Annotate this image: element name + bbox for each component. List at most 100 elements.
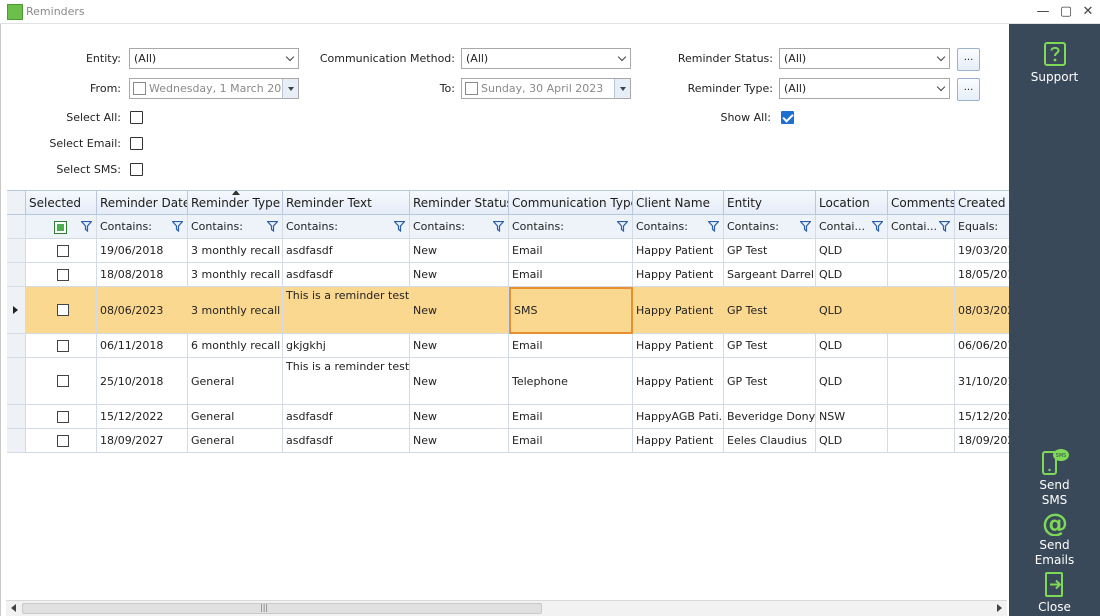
column-header-comments[interactable]: Comments xyxy=(888,191,955,215)
column-header-selected[interactable]: Selected xyxy=(26,191,97,215)
filter-funnel-icon[interactable] xyxy=(172,221,183,232)
select-all-grid-checkbox[interactable] xyxy=(54,221,67,234)
filter-cell-reminder-type[interactable]: Contains: xyxy=(188,215,283,239)
table-row[interactable]: 18/08/2018 3 monthly recall asdfasdf New… xyxy=(7,263,1010,287)
table-row[interactable]: 18/09/2027 General asdfasdf New Email Ha… xyxy=(7,429,1010,453)
table-row-selected[interactable]: 08/06/2023 3 monthly recall This is a re… xyxy=(7,287,1010,334)
filter-cell-created-date[interactable]: Equals: xyxy=(955,215,1010,239)
row-select-checkbox[interactable] xyxy=(57,339,69,352)
minimize-button[interactable]: — xyxy=(1033,3,1053,21)
scroll-left-arrow-icon[interactable] xyxy=(11,604,16,612)
filter-funnel-icon[interactable] xyxy=(617,221,628,232)
filter-cell-reminder-status[interactable]: Contains: xyxy=(410,215,509,239)
entity-combo[interactable]: (All) xyxy=(129,48,299,69)
filter-cell-reminder-text[interactable]: Contains: xyxy=(283,215,410,239)
communication-method-value: (All) xyxy=(466,52,489,65)
reminder-status-label: Reminder Status: xyxy=(677,52,773,65)
show-all-checkbox[interactable] xyxy=(781,111,794,124)
row-select-checkbox[interactable] xyxy=(57,410,69,423)
filter-cell-client-name[interactable]: Contains: xyxy=(633,215,724,239)
scrollbar-thumb[interactable] xyxy=(22,603,542,614)
cell-selected[interactable] xyxy=(26,358,97,405)
cell-communication-type-focused[interactable]: SMS xyxy=(509,287,633,334)
to-date-checkbox[interactable] xyxy=(465,82,478,95)
row-select-checkbox[interactable] xyxy=(57,244,69,257)
table-row[interactable]: 19/06/2018 3 monthly recall asdfasdf New… xyxy=(7,239,1010,263)
dropdown-arrow-icon[interactable] xyxy=(614,79,630,98)
row-select-checkbox[interactable] xyxy=(57,268,69,281)
scroll-right-arrow-icon[interactable] xyxy=(997,604,1002,612)
cell-reminder-type: 3 monthly recall xyxy=(188,287,283,334)
cell-reminder-status: New xyxy=(410,358,509,405)
reminder-status-combo[interactable]: (All) xyxy=(779,48,950,69)
filter-cell-entity[interactable]: Contains: xyxy=(724,215,816,239)
reminder-type-combo[interactable]: (All) xyxy=(779,78,950,99)
filter-funnel-icon[interactable] xyxy=(872,221,883,232)
select-all-checkbox[interactable] xyxy=(130,111,143,124)
filter-operator: Contai... xyxy=(819,220,865,233)
filter-cell-location[interactable]: Contai... xyxy=(816,215,888,239)
cell-comments xyxy=(888,287,955,334)
to-date-value: Sunday, 30 April 2023 xyxy=(481,82,604,95)
main-panel: Entity: (All) Communication Method: (All… xyxy=(0,24,1010,616)
maximize-button[interactable]: ▢ xyxy=(1056,3,1076,21)
cell-selected[interactable] xyxy=(26,263,97,287)
reminder-type-label: Reminder Type: xyxy=(687,82,773,95)
filter-funnel-icon[interactable] xyxy=(939,221,950,232)
from-date-value: Wednesday, 1 March 2023 xyxy=(149,82,296,95)
select-sms-checkbox[interactable] xyxy=(130,163,143,176)
cell-selected[interactable] xyxy=(26,287,97,334)
row-select-checkbox[interactable] xyxy=(57,434,69,447)
filter-cell-reminder-date[interactable]: Contains: xyxy=(97,215,188,239)
column-header-reminder-date[interactable]: Reminder Date xyxy=(97,191,188,215)
cell-selected[interactable] xyxy=(26,405,97,429)
filter-funnel-icon[interactable] xyxy=(493,221,504,232)
filter-funnel-icon[interactable] xyxy=(708,221,719,232)
cell-reminder-date: 18/09/2027 xyxy=(97,429,188,453)
communication-method-combo[interactable]: (All) xyxy=(461,48,631,69)
reminder-status-ellipsis-button[interactable]: ... xyxy=(957,48,980,71)
support-button[interactable]: Support xyxy=(1009,42,1100,85)
column-header-client-name[interactable]: Client Name xyxy=(633,191,724,215)
reminder-type-value: (All) xyxy=(784,82,807,95)
filter-funnel-icon[interactable] xyxy=(800,221,811,232)
to-date-picker[interactable]: Sunday, 30 April 2023 xyxy=(461,78,631,99)
filter-cell-comments[interactable]: Contai... xyxy=(888,215,955,239)
question-mark-icon xyxy=(1043,42,1066,66)
show-all-label: Show All: xyxy=(720,111,771,124)
horizontal-scrollbar[interactable]: ||| xyxy=(6,600,1007,616)
close-window-button[interactable]: ✕ xyxy=(1078,3,1098,21)
filter-funnel-icon[interactable] xyxy=(394,221,405,232)
column-header-location[interactable]: Location xyxy=(816,191,888,215)
close-button[interactable]: Close xyxy=(1009,572,1100,615)
filter-cell-communication-type[interactable]: Contains: xyxy=(509,215,633,239)
cell-selected[interactable] xyxy=(26,334,97,358)
cell-selected[interactable] xyxy=(26,239,97,263)
send-emails-button[interactable]: @ Send Emails xyxy=(1009,510,1100,568)
row-select-checkbox[interactable] xyxy=(57,304,69,316)
table-row[interactable]: 06/11/2018 6 monthly recall gkjgkhj New … xyxy=(7,334,1010,358)
from-date-checkbox[interactable] xyxy=(133,82,146,95)
table-row[interactable]: 25/10/2018 General This is a reminder te… xyxy=(7,358,1010,405)
column-header-reminder-status[interactable]: Reminder Status xyxy=(410,191,509,215)
column-header-communication-type[interactable]: Communication Type xyxy=(509,191,633,215)
reminder-type-ellipsis-button[interactable]: ... xyxy=(957,78,980,101)
dropdown-arrow-icon[interactable] xyxy=(282,79,298,98)
column-header-entity[interactable]: Entity xyxy=(724,191,816,215)
filter-funnel-icon[interactable] xyxy=(267,221,278,232)
filter-funnel-icon[interactable] xyxy=(81,221,92,232)
select-email-checkbox[interactable] xyxy=(130,137,143,150)
row-select-checkbox[interactable] xyxy=(57,375,69,387)
column-header-reminder-text[interactable]: Reminder Text xyxy=(283,191,410,215)
column-header-created-date[interactable]: Created D xyxy=(955,191,1010,215)
send-sms-button[interactable]: SMS Send SMS xyxy=(1009,448,1100,508)
cell-location: QLD xyxy=(816,334,888,358)
from-date-picker[interactable]: Wednesday, 1 March 2023 xyxy=(129,78,299,99)
table-row[interactable]: 15/12/2022 General asdfasdf New Email Ha… xyxy=(7,405,1010,429)
filter-operator: Contains: xyxy=(413,220,465,233)
cell-reminder-text: asdfasdf xyxy=(283,263,410,287)
cell-communication-type: Email xyxy=(509,263,633,287)
chevron-down-icon xyxy=(936,52,946,62)
filter-cell-selected[interactable] xyxy=(26,215,97,239)
cell-selected[interactable] xyxy=(26,429,97,453)
